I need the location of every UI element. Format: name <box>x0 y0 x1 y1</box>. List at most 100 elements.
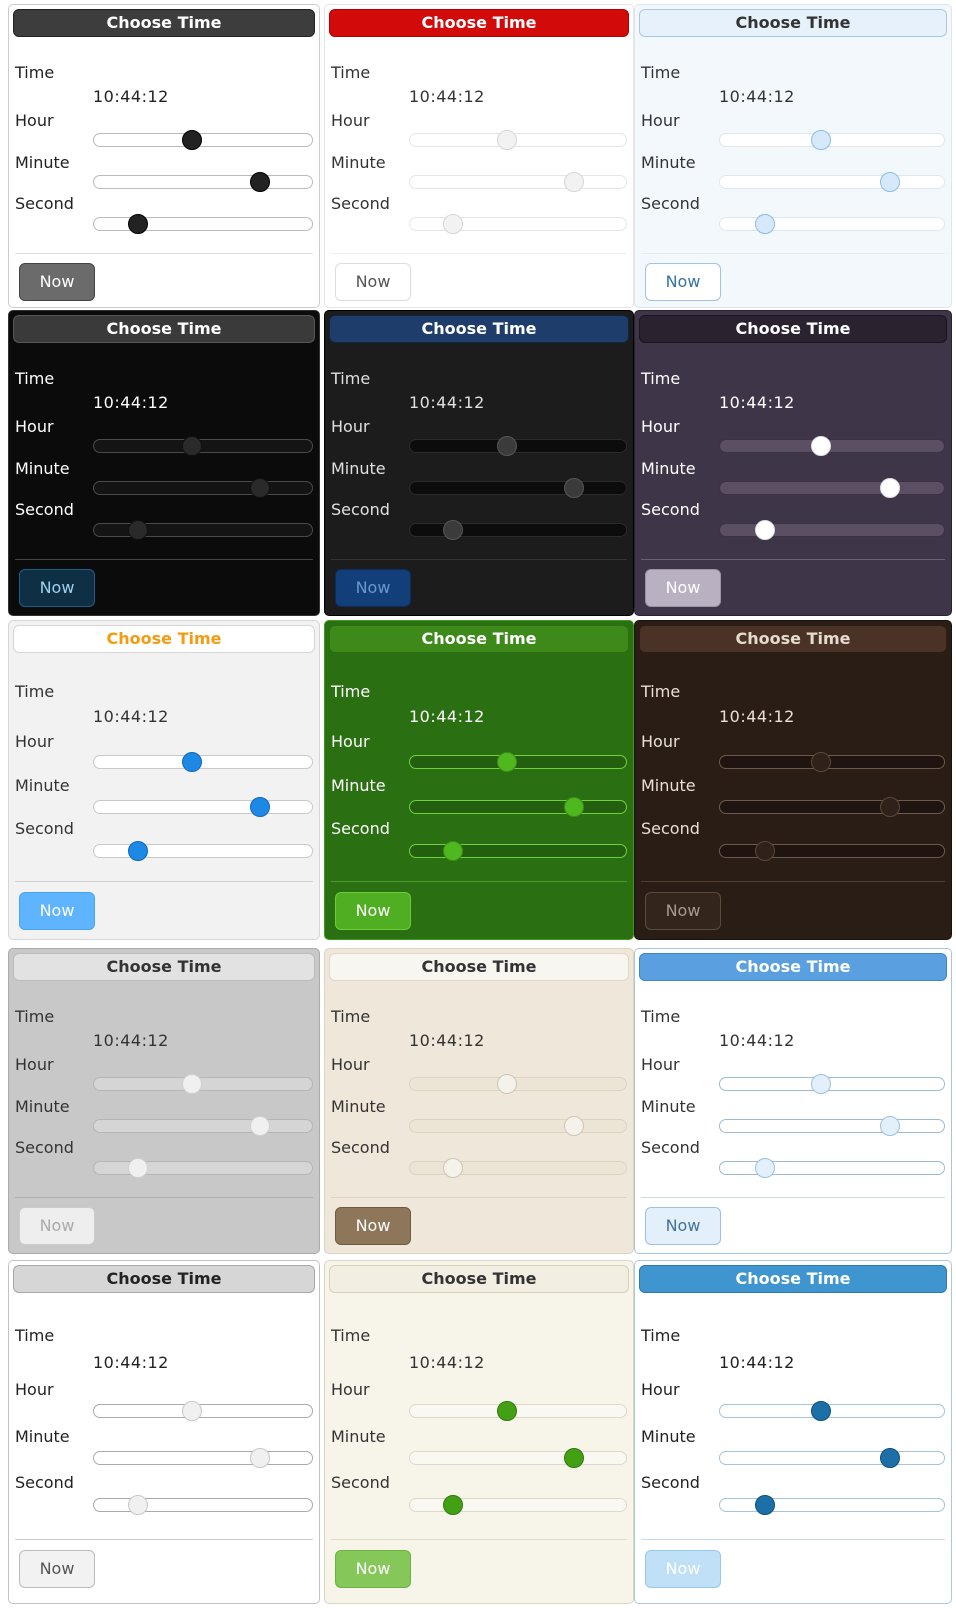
hour-slider-thumb[interactable] <box>497 1401 518 1421</box>
second-slider[interactable] <box>719 1158 945 1178</box>
minute-slider[interactable] <box>93 478 313 498</box>
hour-slider-thumb[interactable] <box>497 752 518 772</box>
now-button[interactable]: Now <box>335 1550 411 1588</box>
hour-slider-thumb[interactable] <box>810 1401 831 1421</box>
second-slider-thumb[interactable] <box>754 1158 775 1178</box>
hour-slider-thumb[interactable] <box>182 1401 203 1421</box>
now-button[interactable]: Now <box>19 263 95 301</box>
now-button[interactable]: Now <box>645 1550 721 1588</box>
hour-slider[interactable] <box>93 752 313 772</box>
second-slider-thumb[interactable] <box>754 214 775 234</box>
now-button[interactable]: Now <box>335 1207 411 1245</box>
minute-slider[interactable] <box>93 797 313 817</box>
minute-slider-thumb[interactable] <box>880 1116 901 1136</box>
hour-slider-thumb[interactable] <box>182 130 203 150</box>
hour-slider[interactable] <box>719 752 945 772</box>
now-button[interactable]: Now <box>645 569 721 607</box>
minute-slider-thumb[interactable] <box>249 797 270 817</box>
second-slider-thumb[interactable] <box>443 841 464 861</box>
second-slider-thumb[interactable] <box>443 520 464 540</box>
hour-slider[interactable] <box>719 1401 945 1421</box>
minute-slider-thumb[interactable] <box>880 797 901 817</box>
minute-slider[interactable] <box>719 797 945 817</box>
minute-slider-thumb[interactable] <box>249 1448 270 1468</box>
minute-slider-thumb[interactable] <box>249 1116 270 1136</box>
hour-slider-thumb[interactable] <box>182 436 203 456</box>
minute-slider[interactable] <box>719 172 945 192</box>
minute-slider[interactable] <box>409 1116 627 1136</box>
second-slider[interactable] <box>719 520 945 540</box>
minute-slider[interactable] <box>409 478 627 498</box>
minute-slider-thumb[interactable] <box>249 172 270 192</box>
second-slider-thumb[interactable] <box>443 214 464 234</box>
hour-slider-thumb[interactable] <box>810 752 831 772</box>
hour-slider[interactable] <box>93 1074 313 1094</box>
second-slider-thumb[interactable] <box>127 214 148 234</box>
second-slider[interactable] <box>93 520 313 540</box>
second-slider[interactable] <box>719 841 945 861</box>
hour-slider[interactable] <box>409 130 627 150</box>
minute-slider-thumb[interactable] <box>564 1116 585 1136</box>
hour-slider[interactable] <box>409 436 627 456</box>
second-slider-thumb[interactable] <box>443 1495 464 1515</box>
second-slider-thumb[interactable] <box>127 520 148 540</box>
minute-slider[interactable] <box>93 1448 313 1468</box>
minute-slider[interactable] <box>719 1448 945 1468</box>
second-slider[interactable] <box>409 214 627 234</box>
second-slider[interactable] <box>409 1158 627 1178</box>
minute-slider-thumb[interactable] <box>564 1448 585 1468</box>
minute-slider[interactable] <box>409 1448 627 1468</box>
hour-slider-thumb[interactable] <box>497 130 518 150</box>
now-button[interactable]: Now <box>335 569 411 607</box>
hour-slider[interactable] <box>719 130 945 150</box>
second-slider-thumb[interactable] <box>443 1158 464 1178</box>
now-button[interactable]: Now <box>335 892 411 930</box>
hour-slider[interactable] <box>409 1074 627 1094</box>
second-slider[interactable] <box>719 214 945 234</box>
now-button[interactable]: Now <box>19 1550 95 1588</box>
hour-slider[interactable] <box>93 436 313 456</box>
second-slider[interactable] <box>93 214 313 234</box>
minute-slider-thumb[interactable] <box>880 478 901 498</box>
hour-slider-thumb[interactable] <box>810 1074 831 1094</box>
hour-slider-thumb[interactable] <box>810 130 831 150</box>
second-slider-thumb[interactable] <box>754 1495 775 1515</box>
now-button[interactable]: Now <box>645 263 721 301</box>
minute-slider[interactable] <box>719 478 945 498</box>
minute-slider[interactable] <box>409 797 627 817</box>
minute-slider[interactable] <box>93 172 313 192</box>
second-slider-thumb[interactable] <box>754 841 775 861</box>
hour-slider[interactable] <box>93 1401 313 1421</box>
second-slider[interactable] <box>93 1158 313 1178</box>
hour-slider[interactable] <box>409 1401 627 1421</box>
second-slider-thumb[interactable] <box>754 520 775 540</box>
second-slider[interactable] <box>93 1495 313 1515</box>
now-button[interactable]: Now <box>645 1207 721 1245</box>
now-button[interactable]: Now <box>19 1207 95 1245</box>
minute-slider-thumb[interactable] <box>564 797 585 817</box>
minute-slider[interactable] <box>719 1116 945 1136</box>
now-button[interactable]: Now <box>19 892 95 930</box>
second-slider-thumb[interactable] <box>127 841 148 861</box>
now-button[interactable]: Now <box>645 892 721 930</box>
minute-slider-thumb[interactable] <box>564 478 585 498</box>
second-slider-thumb[interactable] <box>127 1158 148 1178</box>
hour-slider-thumb[interactable] <box>497 1074 518 1094</box>
second-slider[interactable] <box>409 841 627 861</box>
minute-slider-thumb[interactable] <box>880 172 901 192</box>
hour-slider-thumb[interactable] <box>497 436 518 456</box>
second-slider[interactable] <box>93 841 313 861</box>
minute-slider[interactable] <box>409 172 627 192</box>
hour-slider-thumb[interactable] <box>182 752 203 772</box>
hour-slider[interactable] <box>719 436 945 456</box>
minute-slider-thumb[interactable] <box>249 478 270 498</box>
hour-slider-thumb[interactable] <box>810 436 831 456</box>
second-slider-thumb[interactable] <box>127 1495 148 1515</box>
hour-slider[interactable] <box>409 752 627 772</box>
minute-slider-thumb[interactable] <box>880 1448 901 1468</box>
hour-slider[interactable] <box>93 130 313 150</box>
hour-slider-thumb[interactable] <box>182 1074 203 1094</box>
now-button[interactable]: Now <box>335 263 411 301</box>
now-button[interactable]: Now <box>19 569 95 607</box>
minute-slider-thumb[interactable] <box>564 172 585 192</box>
